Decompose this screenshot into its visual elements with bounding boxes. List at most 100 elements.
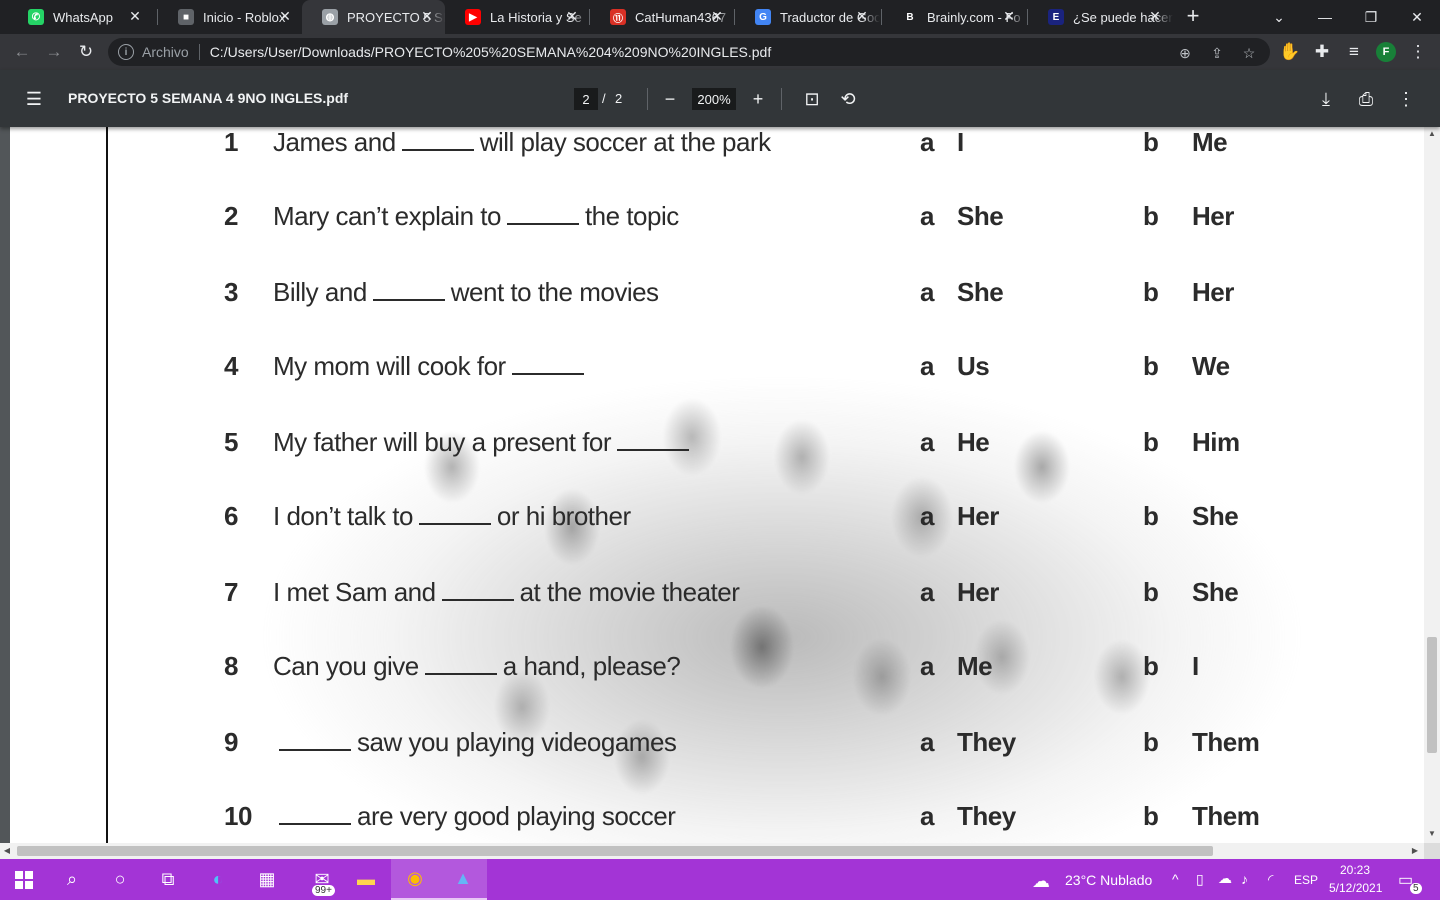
rotate-icon[interactable]: ⟲ xyxy=(835,86,861,112)
windows-start-icon[interactable] xyxy=(0,859,48,900)
reload-button[interactable]: ↻ xyxy=(74,40,98,64)
bookmark-star-icon[interactable]: ☆ xyxy=(1240,44,1258,62)
fit-to-page-icon[interactable]: ⊡ xyxy=(799,86,825,112)
option-b-letter: b xyxy=(1143,577,1159,607)
weather-cloud-icon[interactable]: ☁ xyxy=(1032,871,1050,892)
option-b-letter: b xyxy=(1143,277,1159,307)
forward-button[interactable]: → xyxy=(42,40,66,64)
download-icon[interactable]: ⤓ xyxy=(1313,86,1339,112)
sentence-after: are very good playing soccer xyxy=(357,801,676,831)
option-b-letter: b xyxy=(1143,427,1159,457)
tab-close-icon[interactable]: ✕ xyxy=(419,8,435,24)
onedrive-icon[interactable]: ☁ xyxy=(1218,870,1232,887)
share-icon[interactable]: ⇪ xyxy=(1208,44,1226,62)
edge-icon[interactable]: ◐ xyxy=(194,859,242,900)
horizontal-scroll-thumb[interactable] xyxy=(17,846,1213,856)
option-a: Us xyxy=(957,351,990,381)
exercise-row: 5 My father will buy a present for a He b Him xyxy=(10,427,1424,467)
sentence: My father will buy a present for xyxy=(273,427,695,458)
browser-tab[interactable]: ■ Inicio - Roblox ✕ xyxy=(158,0,303,34)
chrome-menu-icon[interactable]: ⋮ xyxy=(1406,40,1430,64)
address-bar[interactable]: i Archivo C:/Users/User/Downloads/PROYEC… xyxy=(108,38,1270,66)
e-icon: E xyxy=(1048,9,1064,25)
store-icon[interactable]: ▦ xyxy=(243,859,291,900)
print-icon[interactable]: ⎙ xyxy=(1353,86,1379,112)
option-a-letter: a xyxy=(920,651,934,681)
item-number: 4 xyxy=(224,351,238,381)
chrome-taskbar-icon[interactable]: ◉ xyxy=(391,859,439,900)
option-a-letter: a xyxy=(920,277,934,307)
restore-button[interactable]: ❐ xyxy=(1348,0,1394,34)
volume-icon[interactable]: ♪ xyxy=(1241,871,1248,887)
zoom-icon[interactable]: ⊕ xyxy=(1176,44,1194,62)
pdf-more-icon[interactable]: ⋮ xyxy=(1393,86,1419,112)
meet-now-icon[interactable]: ▯ xyxy=(1196,871,1204,888)
cortana-icon[interactable]: ○ xyxy=(96,859,144,900)
item-number: 9 xyxy=(224,727,238,757)
answer-blank xyxy=(441,599,514,601)
item-number: 1 xyxy=(224,127,238,157)
tab-search-chevron-icon[interactable]: ⌄ xyxy=(1256,0,1302,34)
mail-icon[interactable]: ✉ 99+ xyxy=(298,859,346,900)
browser-tab[interactable]: ▶ La Historia y Se ✕ xyxy=(445,0,590,34)
back-button[interactable]: ← xyxy=(10,40,34,64)
wifi-icon[interactable]: ◜ xyxy=(1268,871,1273,888)
search-icon[interactable]: ⌕ xyxy=(48,859,96,900)
option-a: Me xyxy=(957,651,993,681)
extensions-puzzle-icon[interactable]: ✚ xyxy=(1310,40,1334,64)
new-tab-button[interactable]: + xyxy=(1182,5,1204,28)
option-b: Them xyxy=(1192,801,1260,831)
roblox-icon: ■ xyxy=(178,9,194,25)
task-view-icon[interactable]: ⧉ xyxy=(144,859,192,900)
option-b: Him xyxy=(1192,427,1240,457)
photos-app-icon[interactable]: ▲ xyxy=(439,859,487,900)
browser-tab[interactable]: ✆ WhatsApp ✕ xyxy=(8,0,153,34)
exercise-row: 7 I met Sam and at the movie theater a Her b S… xyxy=(10,577,1424,617)
address-url[interactable]: C:/Users/User/Downloads/PROYECTO%205%20S… xyxy=(210,44,772,60)
site-info-icon[interactable]: i xyxy=(118,44,134,60)
page-number-input[interactable]: 2 xyxy=(574,88,598,110)
tab-close-icon[interactable]: ✕ xyxy=(127,8,143,24)
browser-tab[interactable]: GTraductor de Google✕ xyxy=(735,0,880,34)
option-b: We xyxy=(1192,351,1230,381)
scroll-up-icon[interactable]: ▲ xyxy=(1424,127,1440,141)
answer-blank xyxy=(418,523,491,525)
clock-time[interactable]: 20:23 xyxy=(1340,863,1370,877)
tab-close-icon[interactable]: ✕ xyxy=(564,8,580,24)
reading-list-icon[interactable]: ≡ xyxy=(1342,40,1366,64)
browser-tab[interactable]: ◍PROYECTO 5 SEMANA✕ xyxy=(302,0,445,34)
option-b-letter: b xyxy=(1143,801,1159,831)
tab-close-icon[interactable]: ✕ xyxy=(854,8,870,24)
browser-tab[interactable]: E ¿Se puede hacer ✕ xyxy=(1028,0,1173,34)
scroll-down-icon[interactable]: ▼ xyxy=(1424,827,1440,841)
exercise-row: 1 James and will play soccer at the park a I… xyxy=(10,127,1424,167)
minimize-button[interactable]: — xyxy=(1302,0,1348,34)
vertical-scrollbar[interactable]: ▲ ▼ xyxy=(1424,127,1440,843)
zoom-in-icon[interactable]: + xyxy=(745,86,771,112)
browser-tab[interactable]: B Brainly.com - Fo ✕ xyxy=(882,0,1027,34)
pdf-menu-icon[interactable]: ☰ xyxy=(21,86,47,112)
option-a: She xyxy=(957,277,1004,307)
exercise-row: 9 saw you playing videogames a They b Them xyxy=(10,727,1424,767)
toolbar-divider xyxy=(647,88,648,110)
option-b-letter: b xyxy=(1143,727,1159,757)
zoom-out-icon[interactable]: − xyxy=(657,86,683,112)
language-indicator[interactable]: ESP xyxy=(1294,873,1318,887)
tab-close-icon[interactable]: ✕ xyxy=(277,8,293,24)
tab-close-icon[interactable]: ✕ xyxy=(1001,8,1017,24)
tab-close-icon[interactable]: ✕ xyxy=(709,8,725,24)
tab-close-icon[interactable]: ✕ xyxy=(1147,8,1163,24)
vertical-scroll-thumb[interactable] xyxy=(1427,637,1437,753)
weather-text[interactable]: 23°C Nublado xyxy=(1065,872,1152,888)
clock-date[interactable]: 5/12/2021 xyxy=(1329,881,1382,895)
file-explorer-icon[interactable]: ▬ xyxy=(342,859,390,900)
browser-tab[interactable]: ⑪ CatHuman4367 ✕ xyxy=(590,0,735,34)
scroll-right-icon[interactable]: ▶ xyxy=(1408,843,1422,859)
scroll-left-icon[interactable]: ◀ xyxy=(0,843,14,859)
close-window-button[interactable]: ✕ xyxy=(1394,0,1440,34)
profile-avatar[interactable]: F xyxy=(1376,42,1396,62)
horizontal-scrollbar[interactable]: ◀ ▶ xyxy=(0,843,1424,859)
extension-hand-icon[interactable]: ✋ xyxy=(1278,40,1302,64)
tray-chevron-icon[interactable]: ^ xyxy=(1172,871,1179,887)
zoom-level-input[interactable]: 200% xyxy=(692,88,736,110)
